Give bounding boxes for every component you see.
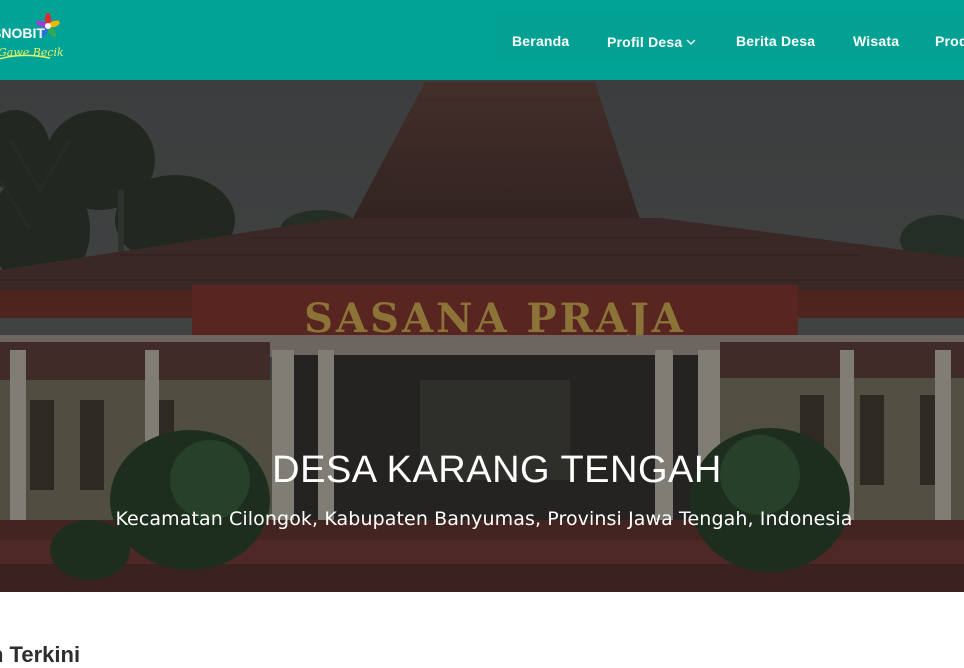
nav-beranda[interactable]: Beranda [512,33,569,49]
logo-graphic: SNOBIT Gawe Becik [0,13,64,60]
nav-wisata[interactable]: Wisata [853,33,899,49]
hero-title: DESA KARANG TENGAH [272,449,722,491]
nav-profil-desa[interactable]: Profil Desa [607,33,696,50]
nav-produk[interactable]: Prod [935,33,964,49]
nav-berita-desa[interactable]: Berita Desa [736,33,815,49]
nav-profil-desa-label: Profil Desa [607,34,683,50]
chevron-down-icon [686,33,696,49]
site-header: SNOBIT Gawe Becik Beranda Profil Desa Be… [0,0,964,80]
hero-subtitle: Kecamatan Cilongok, Kabupaten Banyumas, … [115,508,853,530]
logo-text: SNOBIT [0,25,45,41]
section-heading: n Terkini [0,642,81,667]
site-logo[interactable]: SNOBIT Gawe Becik [0,10,66,70]
hero-banner: SASANA PRAJA DESA KARANG TENGAH Kecamata… [0,80,964,592]
